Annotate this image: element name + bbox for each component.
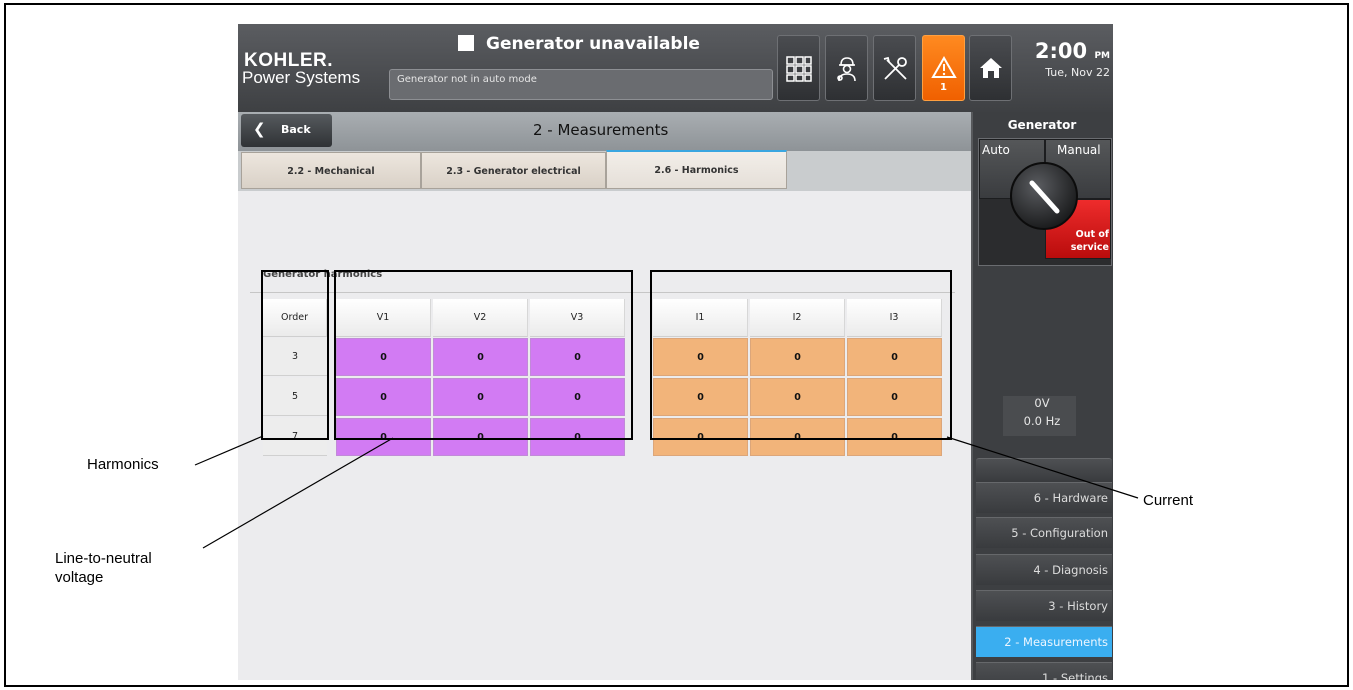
callout-current: Current (1143, 492, 1194, 509)
callout-voltage: Line-to-neutral voltage (55, 549, 152, 587)
callout-harmonics: Harmonics (87, 456, 159, 473)
callout-voltage-line1: Line-to-neutral (55, 550, 152, 567)
callout-leader-lines (194, 435, 1139, 549)
harmonics-leader-line (194, 435, 264, 466)
voltage-leader-line (202, 437, 394, 549)
callout-voltage-line2: voltage (55, 569, 104, 586)
current-leader-line (946, 436, 1139, 499)
